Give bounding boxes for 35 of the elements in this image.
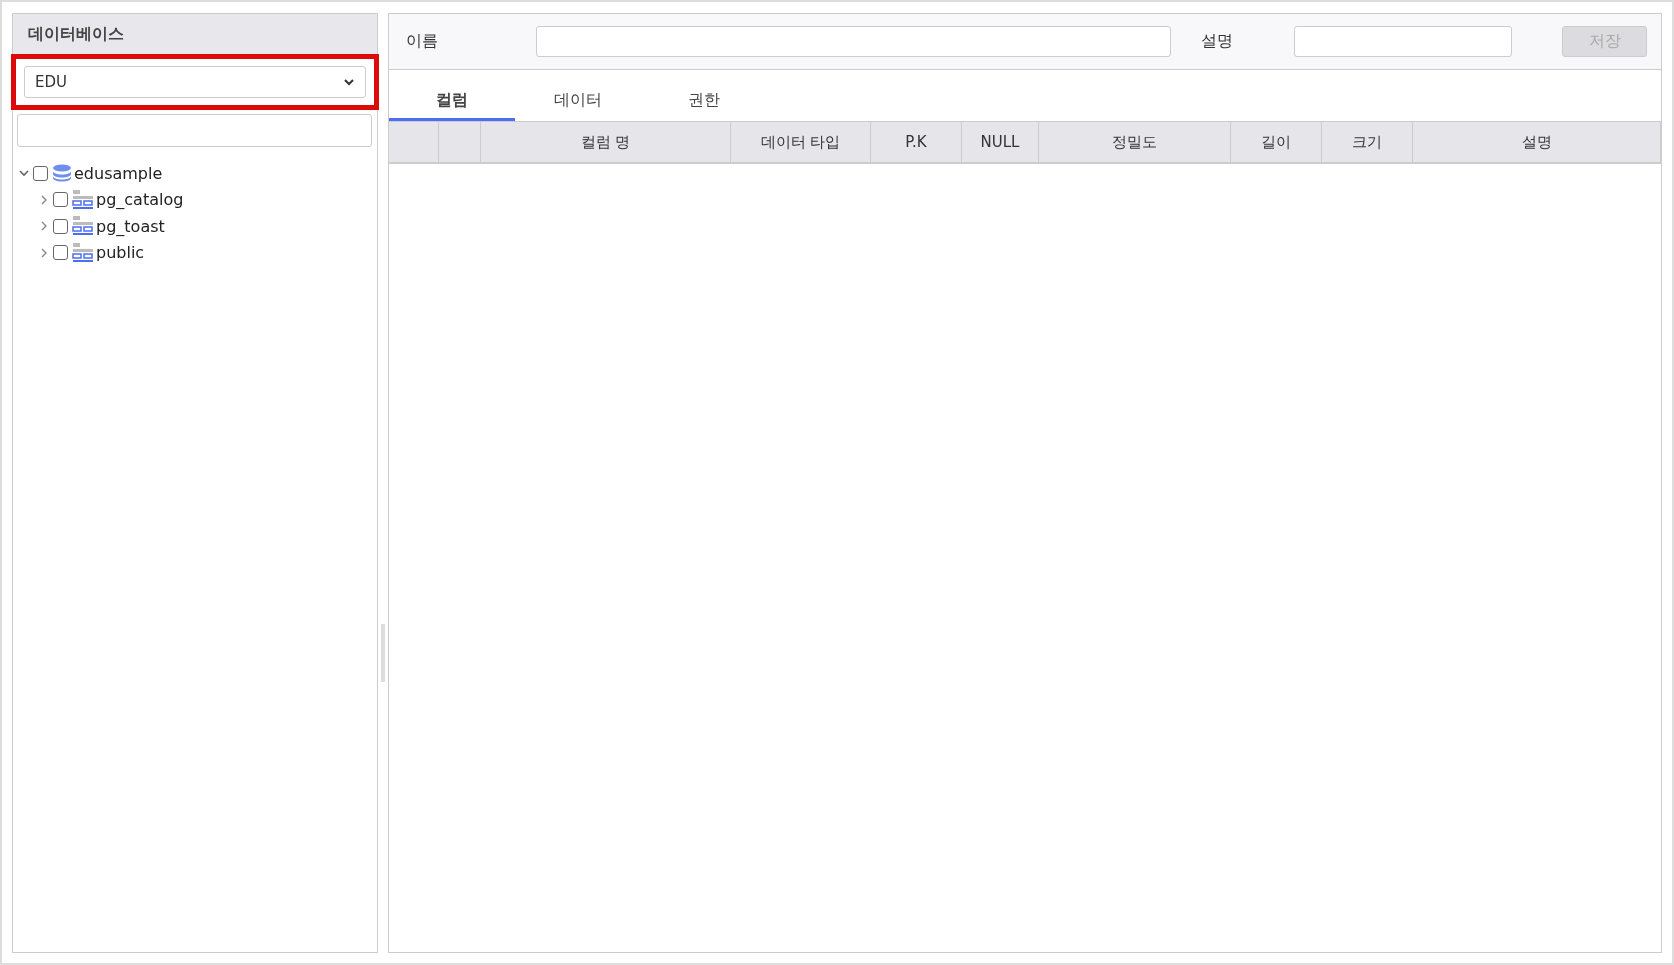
- database-select[interactable]: EDU: [24, 66, 366, 98]
- column-header[interactable]: 크기: [1322, 122, 1413, 162]
- checkbox[interactable]: [53, 245, 68, 261]
- name-field[interactable]: [536, 26, 1171, 57]
- checkbox[interactable]: [33, 165, 48, 181]
- checkbox[interactable]: [53, 218, 68, 234]
- chevron-right-icon[interactable]: [39, 247, 49, 258]
- chevron-down-icon: [343, 78, 355, 86]
- panel-title: 데이터베이스: [28, 23, 124, 45]
- tab[interactable]: 권한: [641, 82, 767, 121]
- description-field[interactable]: [1294, 26, 1512, 57]
- resize-handle[interactable]: [381, 624, 385, 682]
- column-header[interactable]: 설명: [1413, 122, 1661, 162]
- column-header[interactable]: NULL: [962, 122, 1039, 162]
- column-header[interactable]: 데이터 타입: [731, 122, 871, 162]
- tab[interactable]: 데이터: [515, 82, 641, 121]
- column-header[interactable]: P.K: [871, 122, 962, 162]
- tree-item[interactable]: pg_toast: [96, 216, 165, 236]
- chevron-down-icon[interactable]: [19, 168, 29, 179]
- schema-icon: [72, 189, 94, 210]
- search-field[interactable]: [17, 114, 372, 147]
- column-header[interactable]: 정밀도: [1039, 122, 1231, 162]
- column-header[interactable]: 길이: [1231, 122, 1322, 162]
- field-label: 설명: [1201, 31, 1234, 52]
- schema-icon: [72, 242, 94, 263]
- tree-item[interactable]: public: [96, 243, 145, 263]
- field-label: 이름: [406, 31, 439, 52]
- database-icon: [52, 164, 72, 183]
- checkbox[interactable]: [53, 192, 68, 208]
- tree-item[interactable]: edusample: [74, 163, 163, 183]
- chevron-right-icon[interactable]: [39, 194, 49, 205]
- column-header[interactable]: 컬럼 명: [481, 122, 731, 162]
- chevron-right-icon[interactable]: [39, 221, 49, 232]
- schema-icon: [72, 216, 94, 237]
- tree-item[interactable]: pg_catalog: [96, 190, 184, 210]
